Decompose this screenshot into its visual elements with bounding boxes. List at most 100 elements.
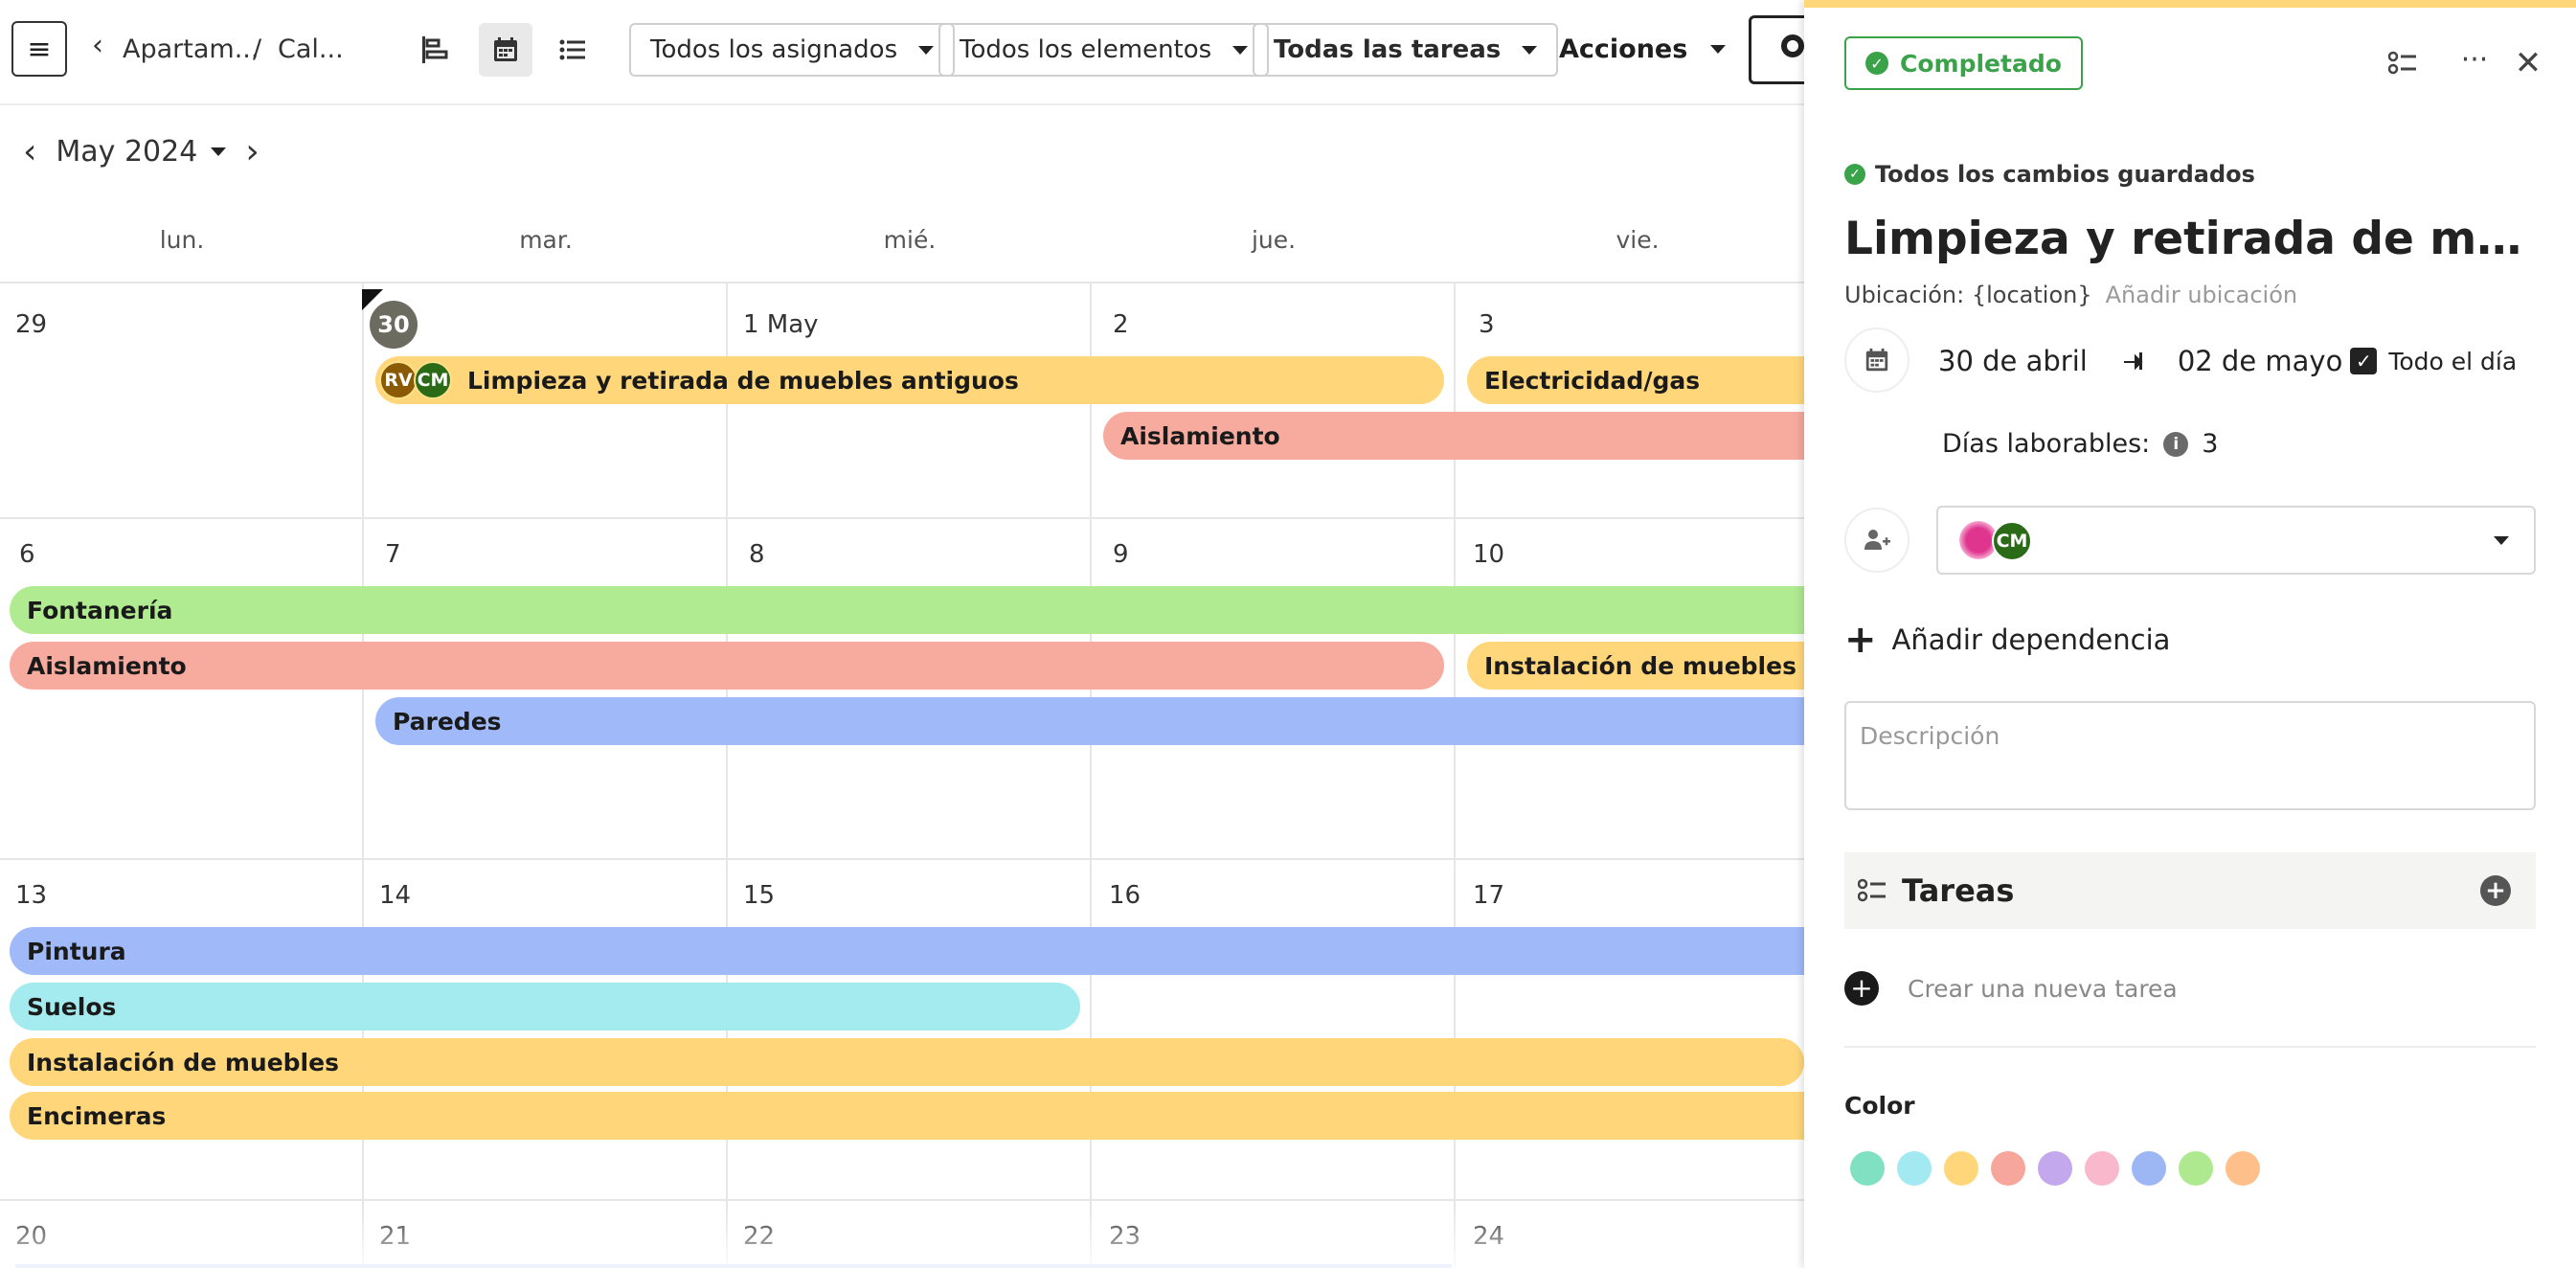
calendar-view-button[interactable] <box>479 23 532 77</box>
event-encimeras[interactable]: Encimeras <box>10 1092 1804 1140</box>
color-swatch[interactable] <box>2132 1151 2166 1186</box>
actions-menu[interactable]: Acciones <box>1559 34 1727 64</box>
status-label: Completado <box>1900 49 2062 78</box>
close-panel-button[interactable]: ✕ <box>2507 42 2549 84</box>
day-number[interactable]: 2 <box>1113 310 1129 339</box>
assignee-select[interactable]: CM <box>1936 506 2536 575</box>
event-label: Pintura <box>27 937 126 965</box>
more-options-button[interactable]: ··· <box>2453 38 2496 80</box>
assignees-filter-label: Todos los asignados <box>650 35 898 64</box>
list-view-button[interactable] <box>546 23 599 77</box>
week-divider <box>0 517 1804 519</box>
event-pintura[interactable]: Pintura <box>10 927 1804 975</box>
elements-filter[interactable]: Todos los elementos <box>938 23 1270 77</box>
gantt-view-button[interactable] <box>408 23 462 77</box>
start-date[interactable]: 30 de abril <box>1938 345 2088 377</box>
day-number[interactable]: 14 <box>379 881 411 910</box>
day-number[interactable]: 16 <box>1109 881 1141 910</box>
event-electricidad[interactable]: Electricidad/gas <box>1467 356 1804 404</box>
color-swatch[interactable] <box>1991 1151 2025 1186</box>
today-day-number[interactable]: 30 <box>370 301 418 349</box>
back-chevron-icon[interactable]: ‹ <box>92 29 103 62</box>
event-instalacion-muebles[interactable]: Instalación de muebles <box>1467 642 1804 690</box>
arrow-right-icon <box>2123 352 2143 371</box>
event-paredes[interactable]: Paredes <box>375 697 1804 745</box>
date-range: 30 de abril 02 de mayo ✓ Todo el día <box>1938 345 2517 377</box>
event-suelos[interactable]: Suelos <box>10 983 1080 1030</box>
info-icon[interactable]: i <box>2163 431 2189 457</box>
hamburger-icon: ≡ <box>27 32 52 66</box>
task-title[interactable]: Limpieza y retirada de muebles ... <box>1844 213 2543 265</box>
previous-month-icon[interactable]: ‹ <box>23 132 36 171</box>
more-horizontal-icon: ··· <box>2460 42 2489 77</box>
checklist-icon <box>1858 878 1886 902</box>
menu-button[interactable]: ≡ <box>11 21 67 77</box>
day-number[interactable]: 17 <box>1473 881 1504 910</box>
month-selector[interactable]: May 2024 <box>56 135 227 169</box>
day-number[interactable]: 13 <box>15 881 47 910</box>
event-label: Paredes <box>393 707 502 736</box>
week-divider <box>0 858 1804 860</box>
event-aislamiento[interactable]: Aislamiento <box>10 642 1444 690</box>
day-number[interactable]: 15 <box>743 881 775 910</box>
tasks-section-header: Tareas + <box>1844 852 2536 929</box>
weekday-thu: jue. <box>1251 226 1297 254</box>
day-number[interactable]: 9 <box>1113 540 1129 569</box>
status-completed-button[interactable]: ✓ Completado <box>1844 36 2083 90</box>
assign-user-button[interactable] <box>1844 508 1909 573</box>
event-label: Aislamiento <box>1120 421 1280 450</box>
event-instalacion-muebles[interactable]: Instalación de muebles <box>10 1038 1804 1086</box>
add-dependency-button[interactable]: + Añadir dependencia <box>1844 621 2170 659</box>
check-circle-icon: ✓ <box>1865 52 1888 75</box>
create-task-button[interactable]: + Crear una nueva tarea <box>1844 971 2178 1006</box>
add-task-icon[interactable]: + <box>2480 875 2511 906</box>
breadcrumb-calendar[interactable]: Cal... <box>278 34 344 64</box>
tasks-filter[interactable]: Todas las tareas <box>1253 23 1559 77</box>
day-number[interactable]: 3 <box>1479 310 1495 339</box>
subtasks-button[interactable] <box>2383 42 2425 84</box>
tasks-filter-label: Todas las tareas <box>1274 35 1502 64</box>
divider <box>1844 1046 2536 1048</box>
add-location-link[interactable]: Añadir ubicación <box>2106 282 2298 308</box>
event-label: Fontanería <box>27 596 173 624</box>
location-row: Ubicación: {location} Añadir ubicación <box>1844 282 2297 308</box>
assignees-filter[interactable]: Todos los asignados <box>629 23 956 77</box>
day-number[interactable]: 6 <box>19 540 35 569</box>
day-number[interactable]: 7 <box>385 540 401 569</box>
all-day-toggle[interactable]: ✓ Todo el día <box>2350 348 2517 375</box>
event-label: Encimeras <box>27 1101 167 1130</box>
day-number[interactable]: 10 <box>1473 540 1504 569</box>
elements-filter-label: Todos los elementos <box>960 35 1212 64</box>
caret-down-icon <box>1232 45 1249 55</box>
color-swatch[interactable] <box>2085 1151 2119 1186</box>
color-swatch[interactable] <box>2038 1151 2072 1186</box>
color-swatch[interactable] <box>1897 1151 1932 1186</box>
event-fontaneria[interactable]: Fontanería <box>10 586 1804 634</box>
calendar-icon <box>1865 348 1888 372</box>
color-swatch[interactable] <box>2179 1151 2213 1186</box>
weekday-mon: lun. <box>159 226 205 254</box>
date-picker-button[interactable] <box>1844 328 1909 393</box>
day-number[interactable]: 8 <box>749 540 765 569</box>
day-number[interactable]: 1 May <box>743 310 819 339</box>
caret-down-icon <box>918 45 935 55</box>
breadcrumb-project[interactable]: Apartam... <box>123 34 259 64</box>
create-task-label: Crear una nueva tarea <box>1908 974 2178 1003</box>
event-label: Instalación de muebles <box>27 1048 339 1076</box>
workdays-row: Días laborables: i 3 <box>1942 429 2218 459</box>
color-swatch[interactable] <box>1944 1151 1978 1186</box>
day-number[interactable]: 29 <box>15 310 47 339</box>
caret-down-icon <box>2494 536 2509 545</box>
next-month-icon[interactable]: › <box>245 132 259 171</box>
add-user-icon <box>1864 530 1890 550</box>
color-swatch[interactable] <box>1850 1151 1885 1186</box>
event-label: Aislamiento <box>27 651 187 680</box>
caret-down-icon <box>1522 45 1538 55</box>
weekday-fri: vie. <box>1616 226 1660 254</box>
end-date[interactable]: 02 de mayo <box>2178 345 2343 377</box>
event-limpieza[interactable]: RV CM Limpieza y retirada de muebles ant… <box>375 356 1444 404</box>
description-field[interactable]: Descripción <box>1844 701 2536 810</box>
task-detail-panel: ✓ Completado ··· ✕ ✓ Todos los cambios g… <box>1804 0 2576 1268</box>
event-aislamiento[interactable]: Aislamiento <box>1103 412 1804 460</box>
color-swatch[interactable] <box>2226 1151 2260 1186</box>
